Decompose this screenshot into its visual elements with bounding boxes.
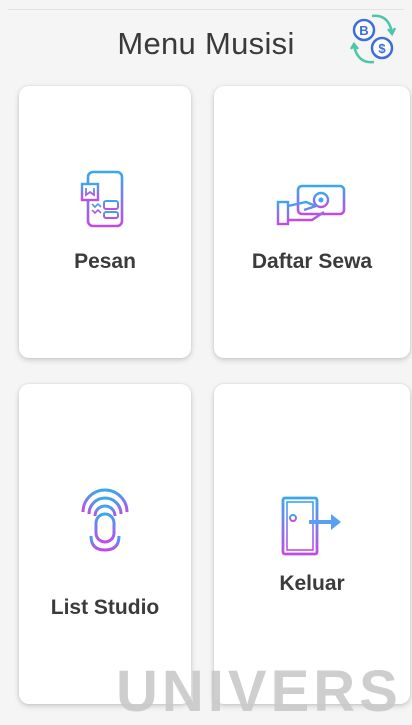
money-payment-icon [276, 184, 346, 226]
menu-card-pesan[interactable]: Pesan [19, 86, 191, 358]
coin-exchange-icon[interactable]: B $ [344, 10, 402, 68]
svg-text:B: B [359, 23, 368, 38]
mobile-order-icon [80, 170, 124, 228]
menu-label-keluar: Keluar [279, 572, 345, 595]
menu-label-pesan: Pesan [74, 250, 136, 273]
app-header: Menu Musisi B $ [0, 10, 412, 78]
svg-text:$: $ [378, 41, 386, 56]
menu-card-keluar[interactable]: Keluar [214, 384, 410, 704]
menu-card-daftar-sewa[interactable]: Daftar Sewa [214, 86, 410, 358]
menu-label-list-studio: List Studio [50, 596, 160, 619]
microphone-icon [81, 488, 129, 564]
menu-label-daftar-sewa: Daftar Sewa [251, 250, 373, 273]
menu-card-list-studio[interactable]: List Studio [19, 384, 191, 704]
logout-door-icon [281, 496, 341, 556]
